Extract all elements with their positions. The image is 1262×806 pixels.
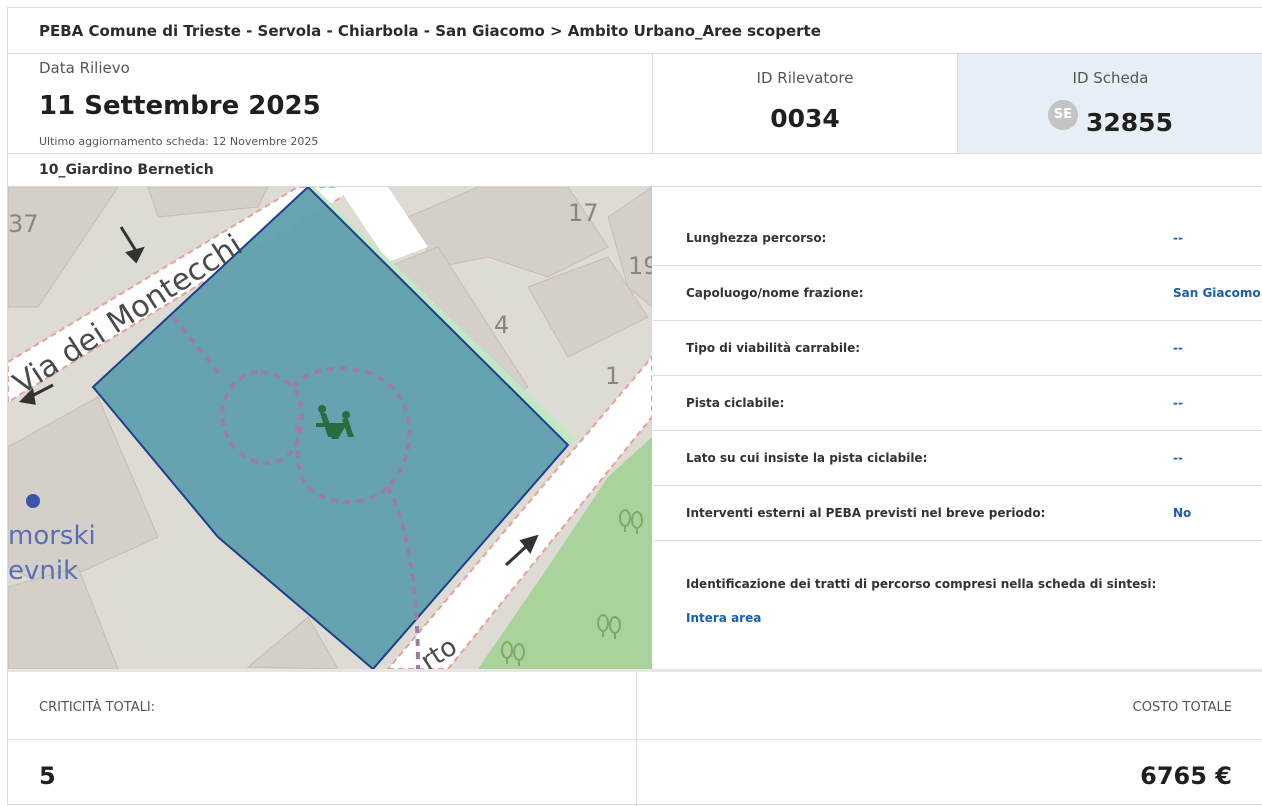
- criticality-label: CRITICITÀ TOTALI:: [39, 700, 156, 715]
- properties-panel: Lunghezza percorso: -- Capoluogo/nome fr…: [653, 187, 1262, 671]
- criticality-value: 5: [39, 762, 56, 790]
- route-segments-value: Intera area: [686, 611, 762, 625]
- header-row: Data Rilievo 11 Settembre 2025 Ultimo ag…: [8, 54, 1262, 154]
- sheet-id-row: SE 32855: [958, 99, 1262, 137]
- total-cost-label: COSTO TOTALE: [1132, 700, 1232, 715]
- survey-sheet: PEBA Comune di Trieste - Servola - Chiar…: [7, 7, 1262, 806]
- criticality-cell: CRITICITÀ TOTALI: 5: [8, 672, 637, 806]
- place-name: 10_Giardino Bernetich: [39, 162, 214, 178]
- survey-date-value: 11 Settembre 2025: [39, 91, 321, 121]
- sheet-type-badge: SE: [1048, 99, 1078, 130]
- sheet-id-value: 32855: [1086, 108, 1173, 137]
- poi-marker-icon: [26, 494, 40, 508]
- property-value: --: [1173, 231, 1183, 245]
- property-label: Interventi esterni al PEBA previsti nel …: [686, 506, 1046, 520]
- surveyor-id-label: ID Rilevatore: [756, 69, 854, 87]
- surveyor-id-value: 0034: [770, 104, 840, 133]
- property-row: Pista ciclabile: --: [653, 376, 1262, 431]
- property-label: Pista ciclabile:: [686, 396, 785, 410]
- last-updated-text: Ultimo aggiornamento scheda: 12 Novembre…: [39, 135, 319, 148]
- route-segments-row: Identificazione dei tratti di percorso c…: [653, 541, 1262, 669]
- property-label: Lunghezza percorso:: [686, 231, 827, 245]
- map-poi-label: evnik: [8, 556, 78, 586]
- cost-cell: COSTO TOTALE 6765 €: [637, 672, 1262, 806]
- map-house-number: 17: [568, 199, 599, 227]
- map-view[interactable]: Via dei Montecchi 37 17 19 4 1 morski ev…: [8, 187, 652, 669]
- place-name-row: 10_Giardino Bernetich: [8, 154, 1262, 187]
- surveyor-id-cell: ID Rilevatore 0034: [653, 54, 958, 153]
- total-cost-value: 6765 €: [1140, 762, 1232, 790]
- property-value: --: [1173, 451, 1183, 465]
- property-value: No: [1173, 506, 1192, 520]
- property-label: Capoluogo/nome frazione:: [686, 286, 864, 300]
- map-house-number: 1: [605, 362, 620, 390]
- property-label: Lato su cui insiste la pista ciclabile:: [686, 451, 928, 465]
- property-value: San Giacomo: [1173, 286, 1261, 300]
- map-house-number: 19: [628, 252, 652, 280]
- property-value: --: [1173, 396, 1183, 410]
- property-value: --: [1173, 341, 1183, 355]
- breadcrumb-bar: PEBA Comune di Trieste - Servola - Chiar…: [8, 8, 1262, 54]
- route-segments-label: Identificazione dei tratti di percorso c…: [686, 577, 1157, 591]
- survey-date-cell: Data Rilievo 11 Settembre 2025 Ultimo ag…: [8, 54, 653, 153]
- map-house-number: 4: [494, 311, 509, 339]
- sheet-id-label: ID Scheda: [1072, 69, 1149, 87]
- property-row: Tipo di viabilità carrabile: --: [653, 321, 1262, 376]
- property-row: Interventi esterni al PEBA previsti nel …: [653, 486, 1262, 541]
- map-poi-label: morski: [8, 521, 96, 551]
- breadcrumb: PEBA Comune di Trieste - Servola - Chiar…: [39, 22, 821, 40]
- totals-footer: CRITICITÀ TOTALI: 5 COSTO TOTALE 6765 €: [8, 672, 1262, 806]
- map-canvas[interactable]: Via dei Montecchi 37 17 19 4 1 morski ev…: [8, 187, 652, 669]
- property-label: Tipo di viabilità carrabile:: [686, 341, 861, 355]
- property-row: Lato su cui insiste la pista ciclabile: …: [653, 431, 1262, 486]
- sheet-id-cell: ID Scheda SE 32855: [958, 54, 1262, 153]
- property-row: Lunghezza percorso: --: [653, 211, 1262, 266]
- survey-date-label: Data Rilievo: [39, 59, 130, 77]
- property-row: Capoluogo/nome frazione: San Giacomo: [653, 266, 1262, 321]
- map-house-number: 37: [8, 210, 39, 238]
